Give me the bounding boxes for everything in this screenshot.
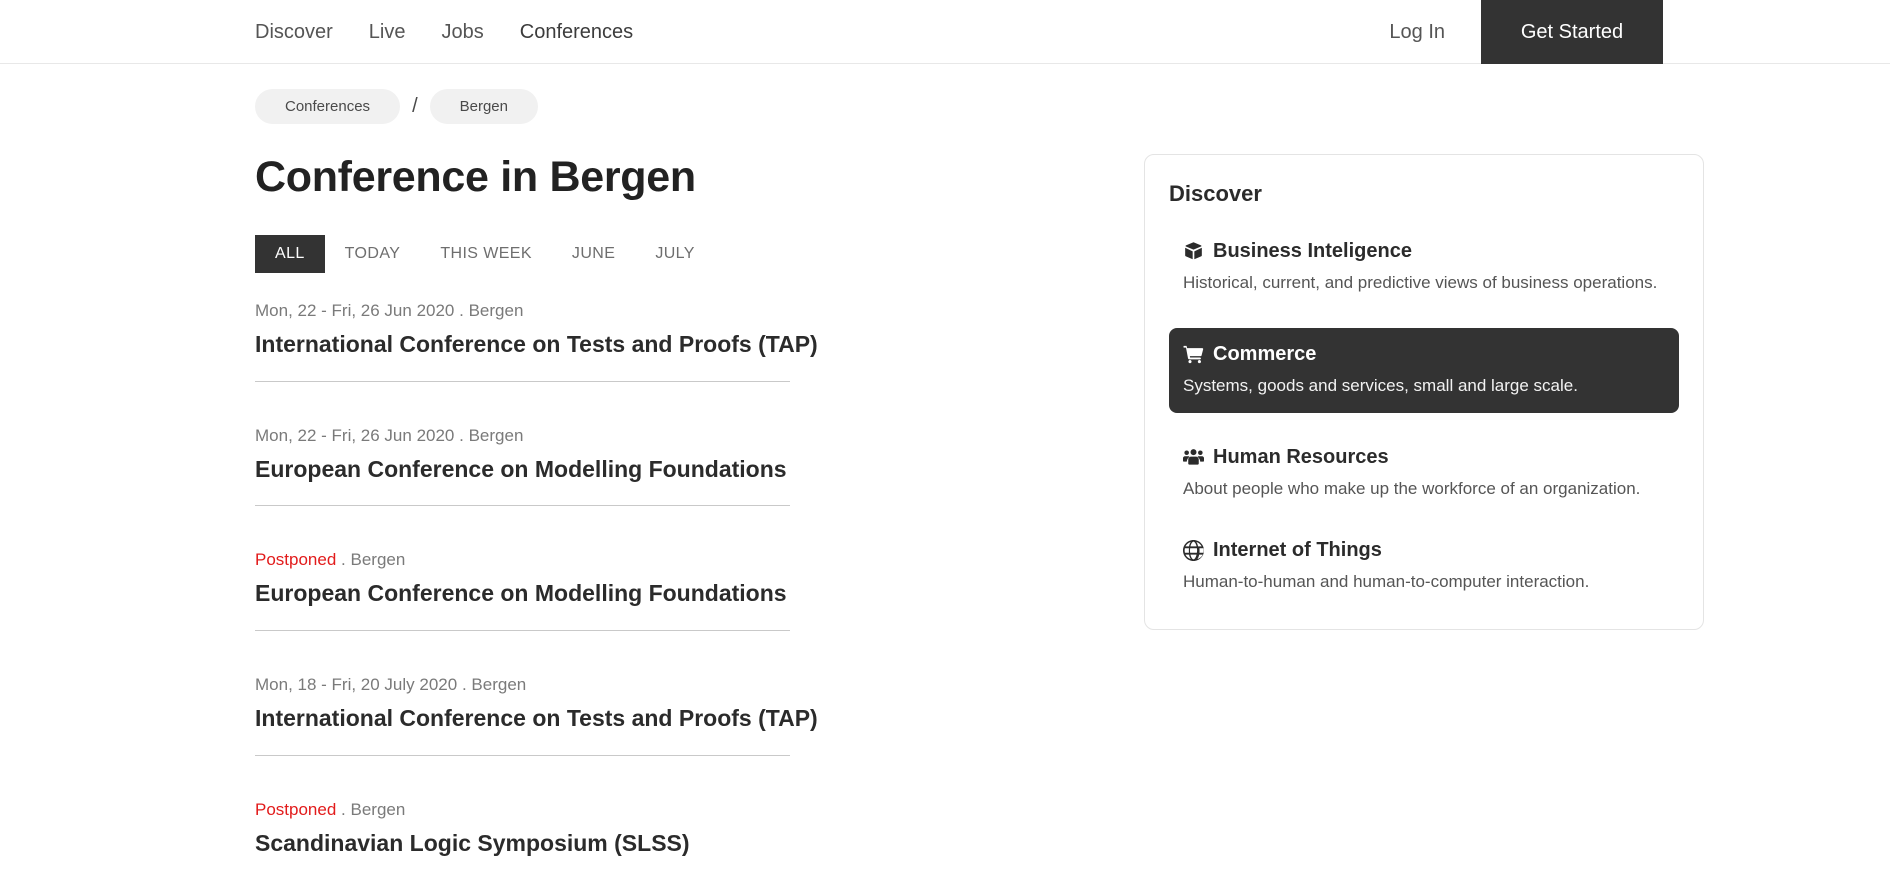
login-link[interactable]: Log In bbox=[1389, 0, 1481, 64]
conference-meta: Postponed . Bergen bbox=[255, 550, 1040, 570]
conference-location: Bergen bbox=[350, 550, 406, 570]
discover-item-human-resources[interactable]: Human Resources About people who make up… bbox=[1169, 441, 1679, 506]
main-column: Conference in Bergen ALL TODAY THIS WEEK… bbox=[255, 153, 1040, 879]
conference-meta-separator: . bbox=[341, 799, 346, 819]
discover-item-label: Internet of Things bbox=[1213, 539, 1382, 562]
conference-meta: Mon, 18 - Fri, 20 July 2020 . Bergen bbox=[255, 675, 1040, 695]
conference-title-link[interactable]: International Conference on Tests and Pr… bbox=[255, 705, 1040, 733]
filter-tab-june[interactable]: JUNE bbox=[552, 235, 635, 273]
conference-list: Mon, 22 - Fri, 26 Jun 2020 . Bergen Inte… bbox=[255, 301, 1040, 879]
conference-title-link[interactable]: European Conference on Modelling Foundat… bbox=[255, 456, 1040, 484]
conference-list-item: Mon, 22 - Fri, 26 Jun 2020 . Bergen Inte… bbox=[255, 301, 1040, 404]
page-body: Conferences / Bergen Conference in Berge… bbox=[0, 64, 1890, 879]
site-header: Discover Live Jobs Conferences Log In Ge… bbox=[0, 0, 1890, 64]
breadcrumb-item-bergen[interactable]: Bergen bbox=[429, 89, 538, 124]
breadcrumb: Conferences / Bergen bbox=[255, 64, 1663, 124]
conference-title-link[interactable]: European Conference on Modelling Foundat… bbox=[255, 580, 1040, 608]
nav-item-live[interactable]: Live bbox=[369, 22, 406, 42]
header-actions: Log In Get Started bbox=[1389, 0, 1663, 64]
discover-heading: Discover bbox=[1169, 181, 1262, 206]
conference-location: Bergen bbox=[468, 425, 524, 445]
conference-meta: Postponed . Bergen bbox=[255, 800, 1040, 820]
discover-item-label: Business Inteligence bbox=[1213, 240, 1412, 262]
get-started-button[interactable]: Get Started bbox=[1481, 0, 1663, 64]
conference-location: Bergen bbox=[468, 301, 524, 321]
box-icon bbox=[1183, 241, 1204, 261]
conference-date: Mon, 18 - Fri, 20 July 2020 bbox=[255, 675, 458, 695]
filter-tab-today[interactable]: TODAY bbox=[325, 235, 421, 273]
discover-item-label: Commerce bbox=[1213, 343, 1317, 366]
conference-list-item: Postponed . Bergen Scandinavian Logic Sy… bbox=[255, 778, 1040, 880]
discover-item-internet-of-things[interactable]: Internet of Things Human-to-human and hu… bbox=[1169, 534, 1679, 599]
discover-item-business-inteligence[interactable]: Business Inteligence Historical, current… bbox=[1169, 235, 1679, 300]
breadcrumb-separator: / bbox=[412, 95, 418, 117]
content-columns: Conference in Bergen ALL TODAY THIS WEEK… bbox=[255, 153, 1704, 879]
list-divider bbox=[255, 380, 790, 382]
sidebar-column: Discover Business Inteligence Historical… bbox=[1144, 154, 1704, 631]
nav-item-conferences[interactable]: Conferences bbox=[520, 22, 633, 42]
nav-item-jobs[interactable]: Jobs bbox=[442, 22, 484, 42]
discover-item-commerce[interactable]: Commerce Systems, goods and services, sm… bbox=[1169, 328, 1679, 414]
discover-item-description: Systems, goods and services, small and l… bbox=[1183, 376, 1578, 396]
primary-nav: Discover Live Jobs Conferences bbox=[255, 0, 633, 64]
conference-meta: Mon, 22 - Fri, 26 Jun 2020 . Bergen bbox=[255, 301, 1040, 321]
discover-card: Discover Business Inteligence Historical… bbox=[1144, 154, 1704, 631]
conference-meta-separator: . bbox=[459, 425, 464, 445]
discover-item-label: Human Resources bbox=[1213, 446, 1389, 469]
status-badge-postponed: Postponed bbox=[255, 799, 337, 819]
discover-item-title-row: Internet of Things bbox=[1183, 538, 1665, 562]
conference-date: Mon, 22 - Fri, 26 Jun 2020 bbox=[255, 301, 455, 321]
conference-list-item: Mon, 18 - Fri, 20 July 2020 . Bergen Int… bbox=[255, 653, 1040, 778]
filter-tabs: ALL TODAY THIS WEEK JUNE JULY bbox=[255, 235, 1040, 274]
filter-tab-this-week[interactable]: THIS WEEK bbox=[420, 235, 552, 273]
conference-title-link[interactable]: International Conference on Tests and Pr… bbox=[255, 331, 1040, 359]
users-icon bbox=[1183, 447, 1204, 467]
discover-item-title-row: Human Resources bbox=[1183, 445, 1665, 469]
shopping-cart-icon bbox=[1183, 344, 1204, 364]
conference-title-link[interactable]: Scandinavian Logic Symposium (SLSS) bbox=[255, 830, 1040, 858]
breadcrumb-item-conferences[interactable]: Conferences bbox=[255, 89, 401, 124]
conference-location: Bergen bbox=[350, 799, 406, 819]
globe-icon bbox=[1183, 539, 1204, 561]
discover-item-description: About people who make up the workforce o… bbox=[1183, 479, 1641, 499]
list-divider bbox=[255, 754, 790, 756]
status-badge-postponed: Postponed bbox=[255, 550, 337, 570]
filter-tab-july[interactable]: JULY bbox=[635, 235, 715, 273]
list-divider bbox=[255, 630, 790, 632]
conference-meta: Mon, 22 - Fri, 26 Jun 2020 . Bergen bbox=[255, 426, 1040, 446]
conference-list-item: Postponed . Bergen European Conference o… bbox=[255, 528, 1040, 653]
list-divider bbox=[255, 505, 790, 507]
discover-item-title-row: Business Inteligence bbox=[1183, 239, 1665, 263]
conference-list-item: Mon, 22 - Fri, 26 Jun 2020 . Bergen Euro… bbox=[255, 404, 1040, 529]
conference-meta-separator: . bbox=[341, 550, 346, 570]
conference-meta-separator: . bbox=[461, 675, 467, 695]
discover-item-title-row: Commerce bbox=[1183, 342, 1665, 366]
filter-tab-all[interactable]: ALL bbox=[255, 235, 325, 274]
conference-date: Mon, 22 - Fri, 26 Jun 2020 bbox=[255, 425, 455, 445]
nav-item-discover[interactable]: Discover bbox=[255, 22, 333, 42]
conference-meta-separator: . bbox=[459, 301, 464, 321]
page-title: Conference in Bergen bbox=[255, 153, 696, 201]
discover-item-description: Human-to-human and human-to-computer int… bbox=[1183, 572, 1590, 592]
discover-item-description: Historical, current, and predictive view… bbox=[1183, 273, 1658, 292]
conference-location: Bergen bbox=[471, 675, 527, 695]
